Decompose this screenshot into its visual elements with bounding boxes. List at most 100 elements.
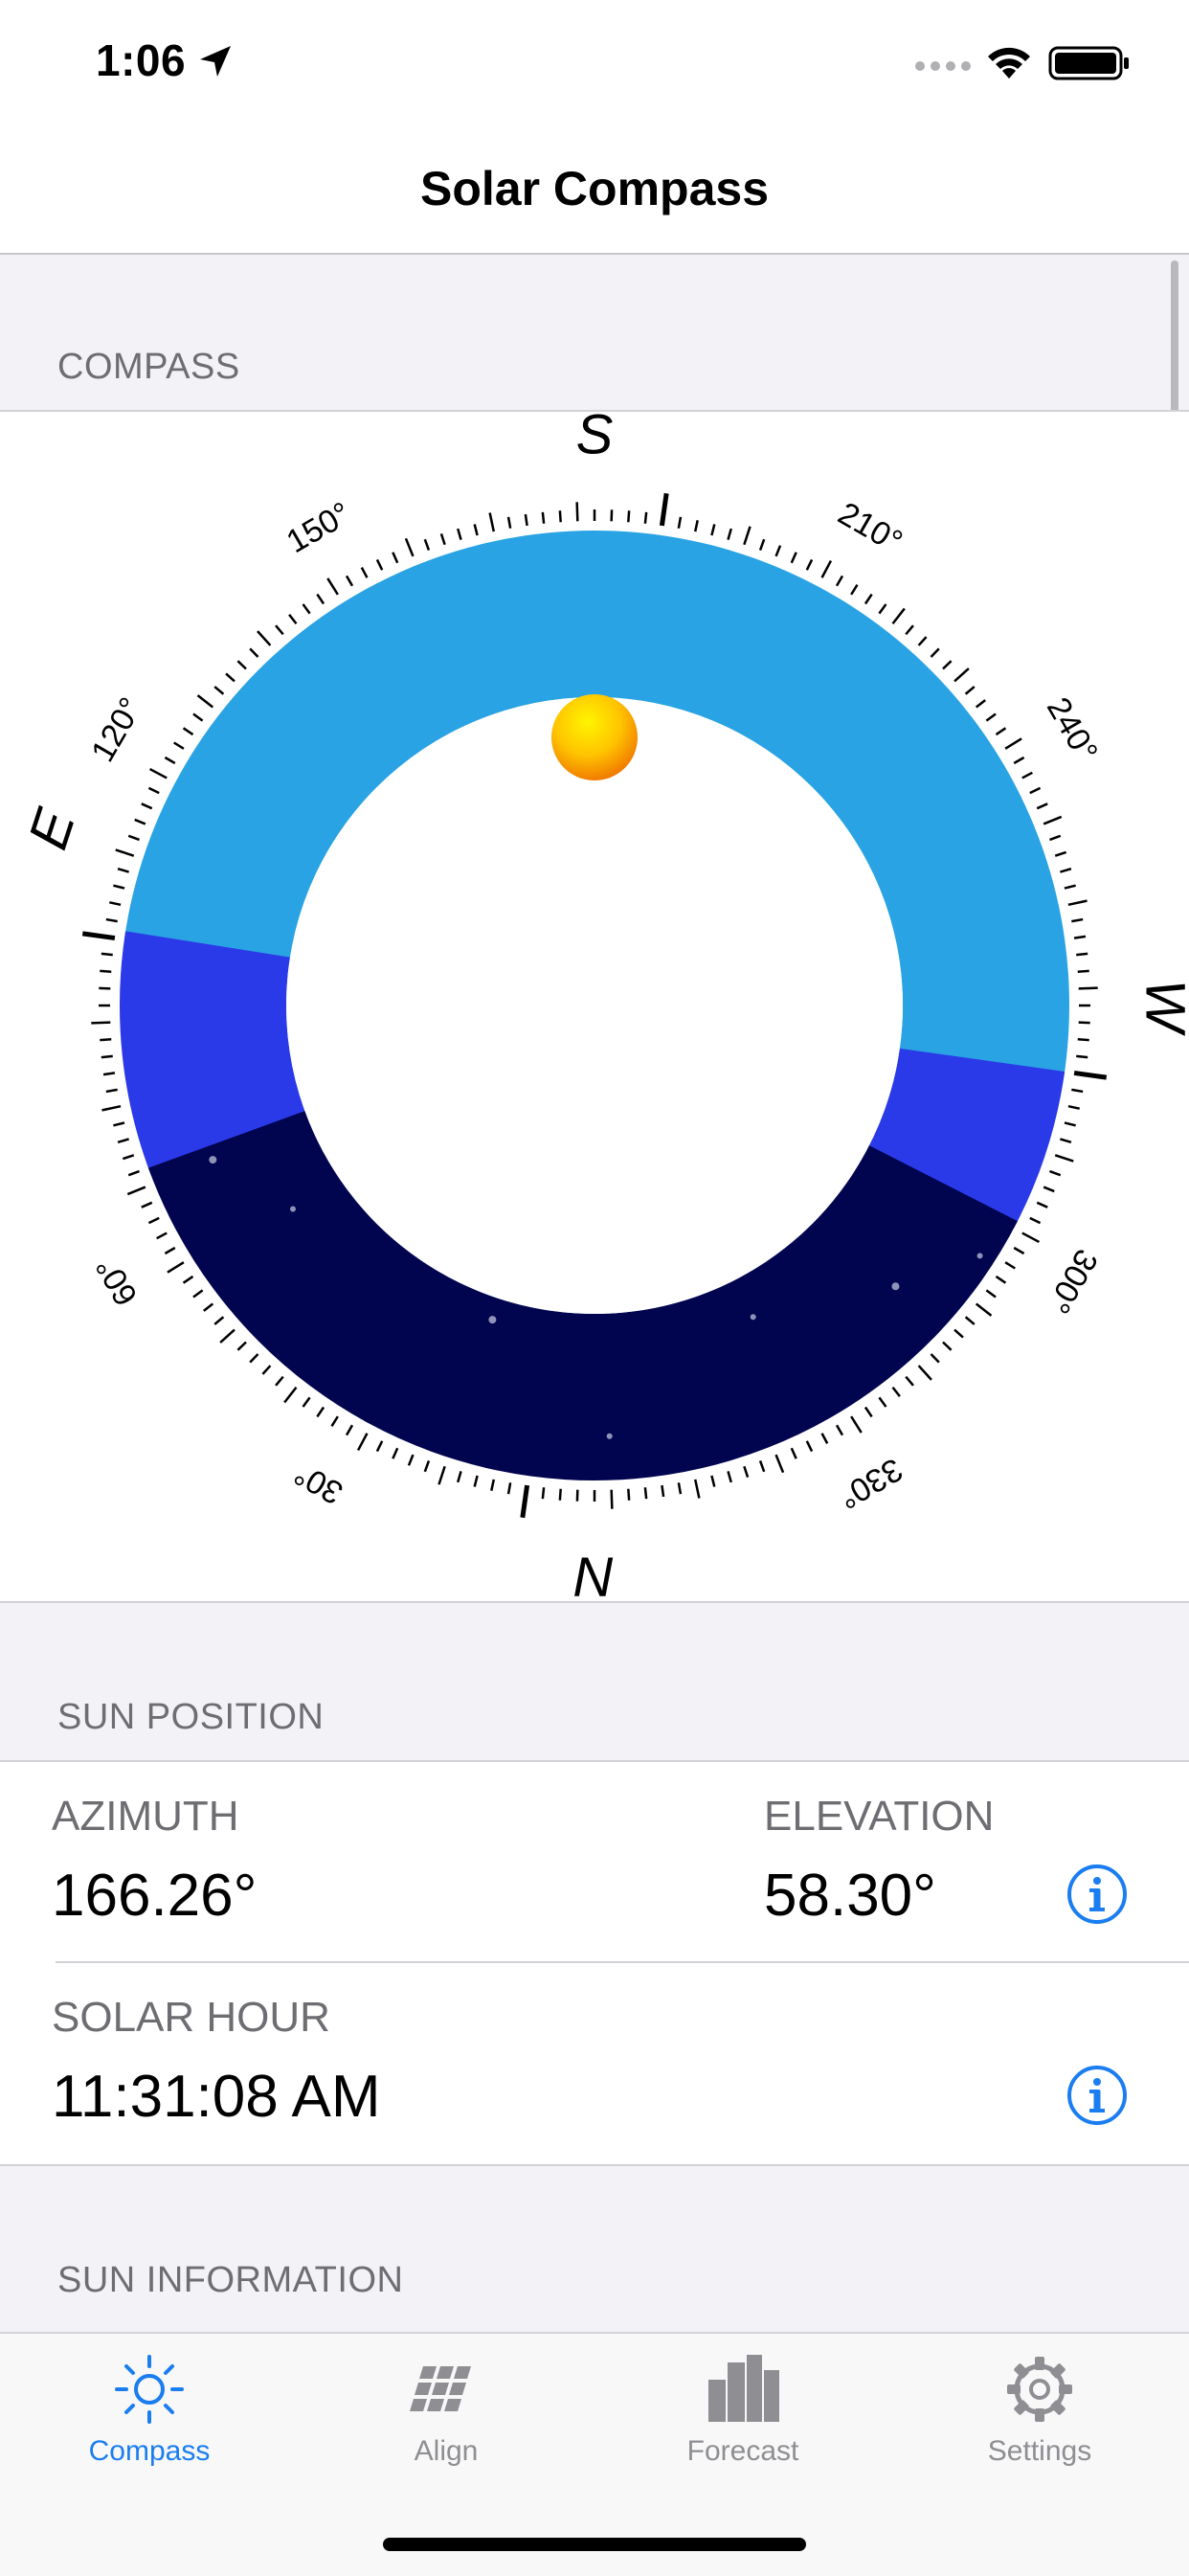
compass-tick	[760, 539, 764, 550]
section-header-sun-position: SUN POSITION	[57, 1697, 324, 1738]
home-indicator[interactable]	[383, 2538, 806, 2551]
compass-tick	[101, 1106, 121, 1110]
degree-label-330: 330°	[832, 1451, 909, 1516]
compass-tick	[807, 559, 812, 570]
compass-tick	[893, 609, 905, 624]
compass-tick	[543, 1487, 544, 1499]
compass-tick	[317, 595, 324, 604]
compass-tick	[508, 1482, 510, 1494]
compass-tick	[1060, 1139, 1071, 1141]
star	[751, 1314, 756, 1320]
compass-tick	[127, 1187, 146, 1194]
tab-label: Align	[350, 2435, 542, 2468]
compass-tick	[1049, 1171, 1060, 1175]
degree-label-240: 240°	[1040, 691, 1105, 768]
compass-tick	[931, 1354, 938, 1363]
compass-tick	[168, 1262, 184, 1273]
compass-tick	[822, 1434, 828, 1444]
compass-tick	[220, 1330, 235, 1343]
compass-tick	[1079, 988, 1098, 989]
compass-tick	[276, 625, 283, 634]
compass-tick	[986, 714, 996, 721]
compass-tick	[358, 1434, 367, 1451]
cardinal-label-west: W	[1134, 980, 1189, 1037]
compass-tick	[837, 576, 842, 585]
compass-tick	[250, 648, 258, 657]
compass-tick	[996, 1277, 1005, 1283]
tab-label: Compass	[54, 2435, 245, 2468]
degree-label-210: 210°	[832, 495, 909, 560]
compass-tick	[943, 661, 952, 668]
compass-tick	[996, 728, 1005, 734]
compass-tick	[1049, 836, 1060, 840]
compass-tick	[118, 1139, 129, 1141]
cardinal-label-south: S	[576, 412, 614, 466]
tab-settings[interactable]: Settings	[944, 2351, 1135, 2468]
tab-align[interactable]: Align	[350, 2351, 542, 2468]
compass-tick	[1037, 1203, 1047, 1208]
compass-tick	[142, 803, 152, 808]
compass-tick	[128, 1171, 139, 1175]
compass-tick	[1043, 817, 1062, 824]
status-bar: 1:06	[0, 0, 1189, 128]
compass-tick	[695, 520, 697, 531]
compass-tick	[303, 1397, 310, 1407]
compass-tick	[1078, 971, 1089, 972]
info-icon[interactable]	[1066, 1864, 1128, 1925]
compass-tick	[106, 1090, 118, 1092]
compass-tick	[362, 568, 368, 578]
compass-tick	[508, 517, 510, 529]
compass-tick	[744, 1466, 748, 1477]
compass-tick	[377, 559, 382, 570]
solar-hour-value: 11:31:08 AM	[52, 2063, 381, 2131]
compass-tick	[1076, 954, 1088, 955]
compass-tick	[628, 1489, 629, 1501]
compass-tick	[943, 1342, 952, 1349]
compass-tick	[198, 695, 213, 707]
compass-tick	[103, 1073, 115, 1074]
compass-tick	[237, 661, 246, 668]
compass-tick	[109, 902, 121, 904]
compass-tick	[174, 743, 184, 749]
compass-tick	[475, 1476, 478, 1487]
gear-icon	[1001, 2351, 1078, 2428]
compass-tick	[332, 1416, 338, 1426]
compass-tick	[776, 1455, 783, 1473]
compass-tick	[123, 1155, 133, 1159]
compass-tick	[931, 648, 938, 657]
compass-tick	[116, 849, 134, 855]
compass-tick	[776, 546, 780, 556]
compass-tick	[1065, 886, 1076, 889]
compass-tick	[237, 1342, 246, 1349]
cellular-signal-icon	[914, 59, 974, 73]
compass-tick	[1065, 1122, 1076, 1125]
compass-tick	[475, 524, 478, 535]
star	[488, 1316, 496, 1323]
compass-tick	[711, 524, 714, 535]
compass-tick	[1055, 1155, 1073, 1161]
compass-tick	[393, 1448, 397, 1458]
compass-tick	[879, 1397, 886, 1407]
elevation-label: ELEVATION	[764, 1793, 994, 1841]
compass-tick	[262, 1366, 270, 1374]
compass-tick	[150, 769, 168, 778]
tab-label: Forecast	[647, 2435, 839, 2468]
elevation-value: 58.30°	[764, 1862, 936, 1930]
degree-label-150: 150°	[280, 495, 357, 560]
tab-compass[interactable]: Compass	[54, 2351, 245, 2468]
compass-tick	[893, 1388, 900, 1396]
info-icon[interactable]	[1066, 2065, 1128, 2126]
tab-forecast[interactable]: Forecast	[647, 2351, 839, 2468]
compass-tick	[662, 1485, 663, 1497]
compass-center	[286, 697, 903, 1314]
compass-tick	[438, 1466, 444, 1484]
compass-tick	[1078, 1039, 1089, 1040]
degree-label-120: 120°	[84, 691, 149, 768]
compass-tick	[744, 527, 750, 545]
compass-dial[interactable]: S E W N 30° 60° 120° 150° 210° 240° 300°…	[0, 412, 1189, 1601]
compass-tick	[441, 533, 445, 544]
compass-card[interactable]: S E W N 30° 60° 120° 150° 210° 240° 300°…	[0, 410, 1189, 1603]
page-title: Solar Compass	[0, 161, 1189, 216]
compass-tick	[91, 1023, 110, 1024]
compass-tick	[851, 585, 857, 595]
